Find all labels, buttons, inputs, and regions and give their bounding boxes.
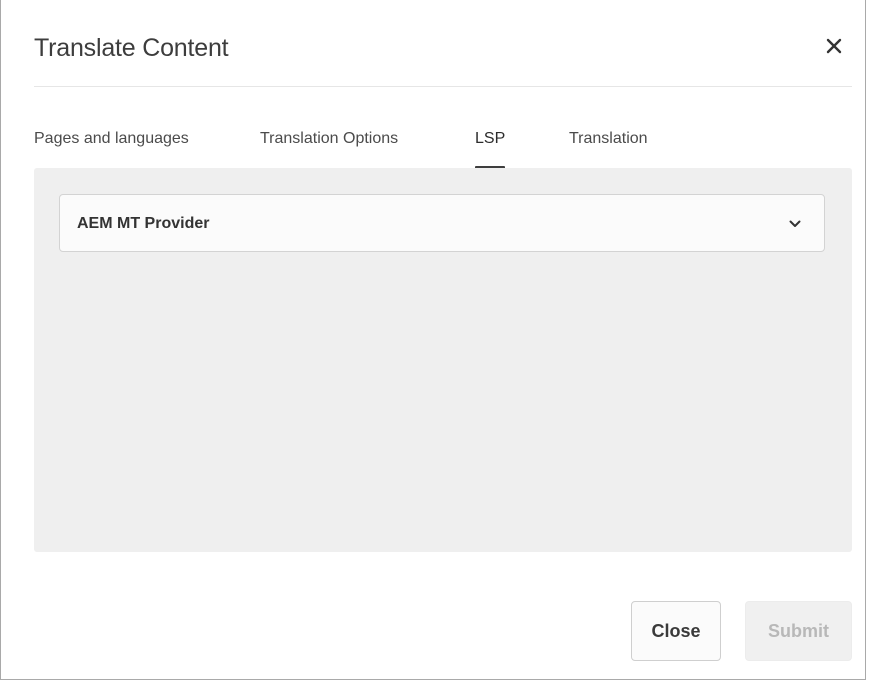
tab-label: Translation: [569, 130, 648, 147]
tab-translation[interactable]: Translation: [569, 130, 648, 168]
selected-provider: AEM MT Provider: [77, 215, 210, 232]
close-button[interactable]: Close: [631, 601, 721, 661]
tab-label: Translation Options: [260, 130, 399, 147]
submit-button[interactable]: Submit: [745, 601, 852, 661]
close-icon[interactable]: [824, 36, 846, 58]
tab-translation-options[interactable]: Translation Options: [260, 130, 398, 168]
tab-lsp[interactable]: LSP: [475, 130, 506, 169]
close-icon-svg: [826, 38, 842, 54]
tab-label: LSP: [475, 130, 506, 147]
dialog-title: Translate Content: [34, 34, 229, 62]
tab-label: Pages and languages: [34, 130, 189, 147]
lsp-panel: AEM MT Provider: [34, 168, 852, 552]
lsp-provider-select[interactable]: AEM MT Provider: [59, 194, 825, 252]
translate-content-dialog: Translate Content Pages and languages Tr…: [0, 0, 866, 680]
chevron-down-icon: [788, 217, 802, 231]
tab-pages-and-languages[interactable]: Pages and languages: [34, 130, 189, 168]
header-divider: [34, 86, 852, 87]
